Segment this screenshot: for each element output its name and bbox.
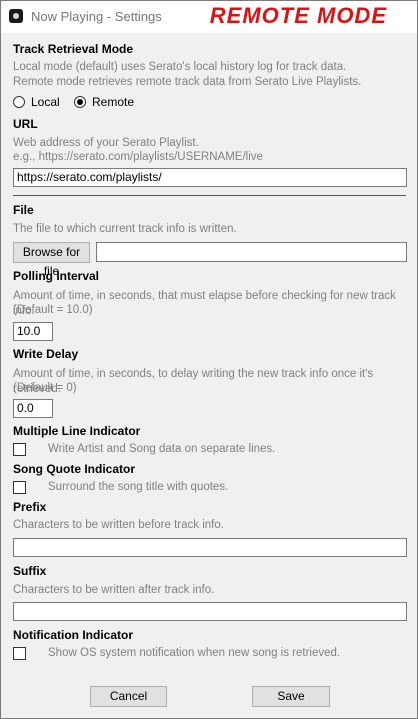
- browse-file-button[interactable]: Browse for file: [13, 242, 90, 278]
- track-retrieval-desc-1: Local mode (default) uses Serato's local…: [13, 61, 347, 73]
- notification-heading: Notification Indicator: [13, 628, 133, 642]
- suffix-desc: Characters to be written after track inf…: [13, 584, 215, 596]
- app-icon: [9, 9, 23, 23]
- multiline-checkbox[interactable]: [13, 443, 26, 456]
- notification-checkbox[interactable]: [13, 647, 26, 660]
- prefix-input[interactable]: [13, 538, 407, 557]
- quote-checkbox[interactable]: [13, 481, 26, 494]
- radio-local-label[interactable]: Local: [31, 95, 60, 109]
- prefix-desc: Characters to be written before track in…: [13, 519, 224, 531]
- window-title: Now Playing - Settings: [31, 9, 162, 24]
- write-delay-heading: Write Delay: [13, 347, 79, 361]
- multiline-heading: Multiple Line Indicator: [13, 424, 141, 438]
- file-heading: File: [13, 203, 34, 217]
- save-button[interactable]: Save: [252, 686, 330, 707]
- radio-remote[interactable]: [74, 96, 86, 108]
- polling-heading: Polling Interval: [13, 269, 100, 283]
- track-retrieval-desc-2: Remote mode retrieves remote track data …: [13, 76, 362, 88]
- radio-remote-label[interactable]: Remote: [92, 95, 134, 109]
- write-delay-input[interactable]: 0.0: [13, 399, 53, 418]
- notification-label[interactable]: Show OS system notification when new son…: [48, 647, 340, 659]
- write-delay-desc-2: (Default = 0): [13, 382, 77, 394]
- quote-heading: Song Quote Indicator: [13, 462, 135, 476]
- title-bar[interactable]: Now Playing - Settings REMOTE MODE: [1, 1, 417, 33]
- track-retrieval-heading: Track Retrieval Mode: [13, 42, 134, 56]
- section-divider: [13, 195, 406, 196]
- polling-desc-2: (Default = 10.0): [13, 304, 93, 316]
- file-path-input[interactable]: [96, 242, 407, 262]
- suffix-input[interactable]: [13, 602, 407, 621]
- cancel-button[interactable]: Cancel: [90, 686, 167, 707]
- settings-window: Now Playing - Settings REMOTE MODE Track…: [0, 0, 418, 719]
- radio-local[interactable]: [13, 96, 25, 108]
- url-desc-1: Web address of your Serato Playlist.: [13, 137, 199, 149]
- suffix-heading: Suffix: [13, 564, 47, 578]
- url-desc-2: e.g., https://serato.com/playlists/USERN…: [13, 151, 263, 163]
- quote-label[interactable]: Surround the song title with quotes.: [48, 481, 228, 493]
- mode-banner: REMOTE MODE: [209, 3, 387, 28]
- multiline-label[interactable]: Write Artist and Song data on separate l…: [48, 443, 275, 455]
- url-heading: URL: [13, 117, 38, 131]
- prefix-heading: Prefix: [13, 500, 47, 514]
- polling-interval-input[interactable]: 10.0: [13, 322, 53, 341]
- url-input[interactable]: https://serato.com/playlists/: [13, 168, 407, 187]
- file-desc: The file to which current track info is …: [13, 223, 237, 235]
